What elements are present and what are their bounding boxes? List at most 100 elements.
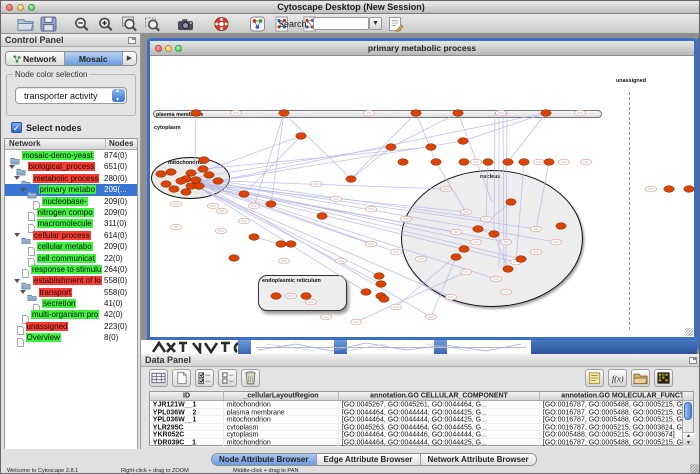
network-node[interactable] <box>664 186 674 193</box>
zoom-selected-icon[interactable] <box>144 16 161 32</box>
tree-row-secretion[interactable]: secretion41(0) <box>5 298 137 309</box>
network-window-titlebar[interactable]: primary metabolic process <box>150 41 694 56</box>
network-edge[interactable] <box>244 136 301 194</box>
network-node[interactable] <box>519 159 529 166</box>
tree-row-overview[interactable]: Overview8(0) <box>5 332 137 343</box>
tree-row-cell-communicat[interactable]: cell communicat22(0) <box>5 253 137 264</box>
network-node[interactable] <box>186 170 196 177</box>
network-node[interactable] <box>271 293 281 300</box>
table-cell[interactable]: [GO:0044464, GO:0044446, GO:0044444, G..… <box>339 431 540 438</box>
table-cell[interactable]: [GO:0005488, GO:0005215, GO:0003674] <box>540 431 683 438</box>
table-cell[interactable]: plasma membrane <box>224 409 339 416</box>
tab-network-attribute-browser[interactable]: Network Attribute Browser <box>421 454 536 465</box>
table-cell[interactable]: [GO:0016787, GO:0005488, GO:0005215, G..… <box>540 416 683 423</box>
expand-triangle-icon[interactable] <box>20 188 26 192</box>
expand-triangle-icon[interactable] <box>14 176 20 180</box>
network-node[interactable] <box>379 296 389 303</box>
network-node[interactable] <box>239 191 249 198</box>
tree-row-transport[interactable]: transport558(0) <box>5 287 137 298</box>
table-cell[interactable]: [GO:0045267, GO:0045261, GO:0044464, G..… <box>339 401 540 408</box>
network-edge[interactable] <box>463 113 546 141</box>
network-node[interactable] <box>346 176 356 183</box>
network-node[interactable] <box>191 110 201 117</box>
network-node[interactable] <box>431 159 441 166</box>
table-row[interactable]: YPL036W__1mitochondrion[GO:0044464, GO:0… <box>150 416 693 424</box>
network-edge[interactable] <box>516 162 524 262</box>
network-node[interactable] <box>181 189 191 196</box>
import-attributes-icon[interactable] <box>631 369 650 387</box>
expand-triangle-icon[interactable] <box>14 279 20 283</box>
table-cell[interactable]: [GO:0016787, GO:0005488, GO:0005215, G..… <box>540 439 683 446</box>
tree-row-macromolecule[interactable]: macromolecule311(0) <box>5 218 137 229</box>
network-node[interactable] <box>229 255 239 262</box>
table-cell[interactable]: cytoplasm <box>224 431 339 438</box>
network-node[interactable] <box>194 183 204 190</box>
node-color-dropdown[interactable]: transporter activity <box>15 87 127 104</box>
network-node[interactable] <box>169 186 179 193</box>
scrollbar-thumb[interactable] <box>684 402 692 420</box>
zoom-fit-icon[interactable] <box>121 16 138 32</box>
vizmapper-icon[interactable] <box>249 16 266 32</box>
tree-row-nitrogen-compo[interactable]: nitrogen compo209(0) <box>5 207 137 218</box>
network-node[interactable] <box>506 199 516 206</box>
tree-row-biological-process[interactable]: biological_process651(0) <box>5 161 137 172</box>
float-data-panel-icon[interactable] <box>689 357 697 364</box>
network-edge[interactable] <box>508 113 546 162</box>
tree-row-mosaic-demo-yeast[interactable]: mosaic-demo-yeast874(0) <box>5 150 137 161</box>
network-node[interactable] <box>176 178 186 185</box>
network-edge[interactable] <box>200 185 371 244</box>
tree-row-multi-organism-pro[interactable]: multi-organism pro42(0) <box>5 309 137 320</box>
network-node[interactable] <box>286 241 296 248</box>
tab-mosaic[interactable]: Mosaic <box>65 52 124 65</box>
tab-node-attribute-browser[interactable]: Node Attribute Browser <box>212 454 317 465</box>
network-node[interactable] <box>213 178 223 185</box>
float-panel-icon[interactable] <box>128 37 136 44</box>
tree-row-cellular-process[interactable]: cellular process614(0) <box>5 230 137 241</box>
table-cell[interactable]: [GO:0045263, GO:0044464, GO:0044455, G..… <box>339 424 540 431</box>
attribute-table-icon[interactable] <box>149 369 168 387</box>
new-attribute-icon[interactable] <box>172 369 191 387</box>
network-node[interactable] <box>541 110 551 117</box>
network-node[interactable] <box>156 171 166 178</box>
table-column-header[interactable]: annotation.GO CELLULAR_COMPONENT <box>339 392 540 400</box>
search-options-icon[interactable] <box>387 16 404 32</box>
network-node[interactable] <box>276 241 286 248</box>
search-input[interactable] <box>313 17 369 30</box>
tree-row-response-to-stimulu[interactable]: response to stimulu264(0) <box>5 264 137 275</box>
network-node[interactable] <box>249 234 259 241</box>
network-node[interactable] <box>361 289 371 296</box>
network-node[interactable] <box>386 144 396 151</box>
window-resize-grip[interactable] <box>690 464 699 473</box>
network-canvas[interactable]: plasma membrane cytoplasm mitochondrion … <box>150 56 694 337</box>
network-edge[interactable] <box>203 186 516 262</box>
table-scrollbar[interactable]: ▲▼ <box>682 401 693 446</box>
table-cell[interactable]: [GO:0044464, GO:0044444, GO:0044425, G..… <box>339 416 540 423</box>
open-session-icon[interactable] <box>17 16 34 32</box>
network-edge[interactable] <box>506 112 507 272</box>
table-column-header[interactable]: ID <box>150 392 224 400</box>
network-node[interactable] <box>301 293 311 300</box>
network-node[interactable] <box>296 133 306 140</box>
select-nodes-checkbox[interactable]: ✓ <box>11 122 22 133</box>
network-edge[interactable] <box>200 188 366 292</box>
table-cell[interactable]: [GO:0016787, GO:0005488, GO:0005215, G..… <box>540 401 683 408</box>
network-node[interactable] <box>266 201 276 208</box>
table-cell[interactable]: mitochondrion <box>224 416 339 423</box>
table-column-header[interactable]: annotation.GO MOLECULAR_FUNCTION <box>540 392 683 400</box>
network-edge[interactable] <box>203 147 431 169</box>
table-cell[interactable]: YJR121W__1 <box>150 401 224 408</box>
network-node[interactable] <box>376 281 386 288</box>
notes-icon[interactable] <box>585 369 604 387</box>
tree-row-nucleobase-[interactable]: nucleobase-209(0) <box>5 196 137 207</box>
table-row[interactable]: YPL036W__2plasma membrane[GO:0044464, GO… <box>150 409 693 417</box>
table-cell[interactable]: YDR039C__1 <box>150 439 224 446</box>
network-node[interactable] <box>204 172 214 179</box>
network-node[interactable] <box>459 246 469 253</box>
tree-row-unassigned[interactable]: unassigned223(0) <box>5 321 137 332</box>
table-row[interactable]: YLR295Ccytoplasm[GO:0045263, GO:0044464,… <box>150 424 693 432</box>
select-attributes-icon[interactable] <box>195 369 214 387</box>
network-node[interactable] <box>489 231 499 238</box>
network-node[interactable] <box>453 110 463 117</box>
scrollbar-arrows[interactable]: ▲▼ <box>683 432 694 446</box>
tabs-overflow-arrow[interactable]: ▶ <box>123 52 136 65</box>
